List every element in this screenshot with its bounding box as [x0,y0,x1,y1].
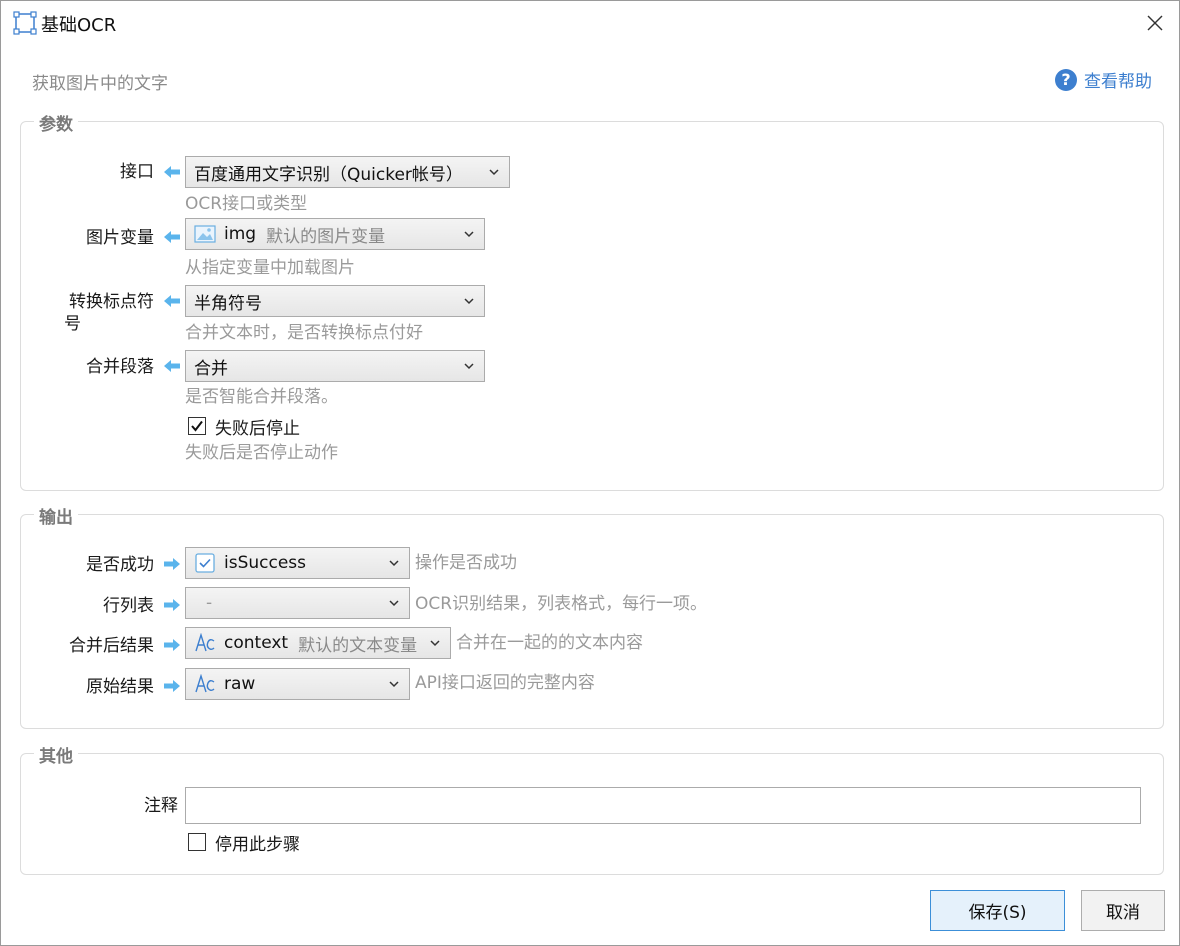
merge-select[interactable]: 合并 [185,350,485,382]
api-value: 百度通用文字识别（Quicker帐号） [194,164,463,185]
punct-hint: 合并文本时，是否转换标点付好 [185,323,423,343]
success-hint: 操作是否成功 [415,553,517,573]
arrow-right-icon [164,680,180,692]
merged-label: 合并后结果 [69,636,154,656]
ocr-frame-icon [13,11,37,35]
arrow-left-icon [164,231,180,243]
merged-default-hint: 默认的文本变量 [298,635,418,656]
chevron-down-icon [464,298,474,305]
chevron-down-icon [389,560,399,567]
text-variable-icon [195,674,215,693]
success-select[interactable]: isSuccess [185,547,410,579]
chevron-down-icon [389,600,399,607]
help-label: 查看帮助 [1084,72,1152,92]
lines-value: - [206,593,213,613]
ocr-dialog: 基础OCR 获取图片中的文字 ? 查看帮助 参数 接口 百度通用文字识别（Qui… [0,0,1180,946]
stop-on-fail-label: 失败后停止 [215,419,300,439]
image-var-value: img [224,224,257,244]
stop-on-fail-hint: 失败后是否停止动作 [185,443,338,463]
arrow-right-icon [164,599,180,611]
merged-value: context [224,633,289,653]
image-var-select[interactable]: img 默认的图片变量 [185,218,485,250]
punct-value: 半角符号 [194,293,262,314]
lines-label: 行列表 [103,596,154,616]
image-var-hint: 从指定变量中加载图片 [185,258,355,278]
arrow-left-icon [164,360,180,372]
lines-select[interactable]: - [185,587,410,619]
punct-label: 转换标点符 [69,292,154,312]
help-question-icon: ? [1055,68,1077,91]
arrow-left-icon [164,166,180,178]
chevron-down-icon [489,169,499,176]
text-variable-icon [195,633,215,652]
save-button-label: 保存(S) [968,903,1027,923]
image-icon [194,225,216,243]
success-label: 是否成功 [86,555,154,575]
arrow-right-icon [164,558,180,570]
save-button[interactable]: 保存(S) [930,890,1065,931]
api-select[interactable]: 百度通用文字识别（Quicker帐号） [185,156,510,188]
punct-label-wrap: 号 [64,314,81,334]
chevron-down-icon [389,681,399,688]
close-button[interactable] [1137,5,1173,41]
chevron-down-icon [430,640,440,647]
merged-hint: 合并在一起的的文本内容 [456,633,643,653]
merge-hint: 是否智能合并段落。 [185,387,338,407]
cancel-button-label: 取消 [1106,903,1140,923]
merged-select[interactable]: context 默认的文本变量 [185,627,451,659]
params-group-title: 参数 [34,110,78,135]
dialog-subtitle: 获取图片中的文字 [32,74,168,94]
raw-label: 原始结果 [86,677,154,697]
help-link[interactable]: ? 查看帮助 [1055,67,1152,92]
api-hint: OCR接口或类型 [185,194,308,214]
success-value: isSuccess [224,553,307,573]
raw-value: raw [224,674,256,694]
lines-hint: OCR识别结果，列表格式，每行一项。 [415,594,708,614]
stop-on-fail-checkbox[interactable] [188,417,206,435]
merge-value: 合并 [194,358,228,379]
boolean-icon [195,553,215,573]
note-label: 注释 [144,796,178,816]
raw-hint: API接口返回的完整内容 [415,673,595,693]
disable-step-checkbox[interactable] [188,833,206,851]
arrow-right-icon [164,639,180,651]
arrow-left-icon [164,295,180,307]
punct-select[interactable]: 半角符号 [185,285,485,317]
disable-step-label: 停用此步骤 [215,835,300,855]
cancel-button[interactable]: 取消 [1081,890,1165,931]
raw-select[interactable]: raw [185,668,410,700]
window-title: 基础OCR [41,15,117,36]
chevron-down-icon [464,363,474,370]
image-var-label: 图片变量 [86,228,154,248]
merge-label: 合并段落 [86,357,154,377]
other-group-title: 其他 [34,742,78,767]
checkmark-icon [191,420,203,432]
api-label: 接口 [120,162,154,182]
output-group-title: 输出 [34,503,78,528]
note-input[interactable] [185,787,1141,824]
image-var-default-hint: 默认的图片变量 [266,226,386,247]
chevron-down-icon [464,231,474,238]
title-bar[interactable]: 基础OCR [1,1,1179,45]
close-icon [1147,15,1163,31]
